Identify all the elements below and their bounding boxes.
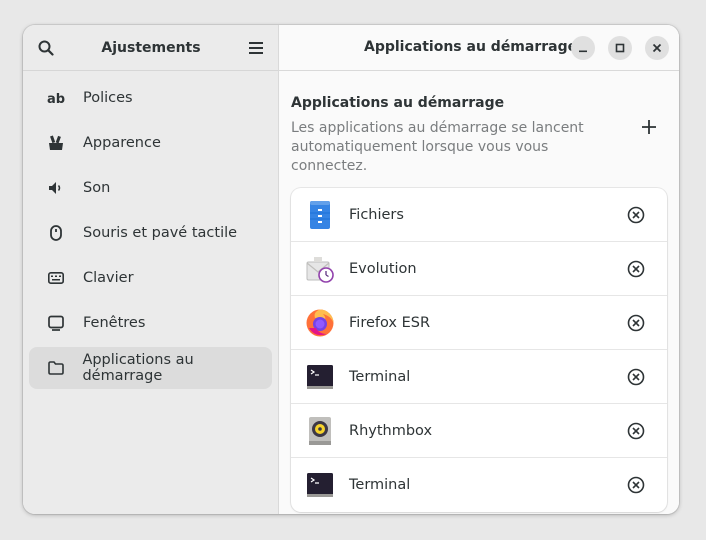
app-name: Fichiers [349,206,404,223]
remove-app-button[interactable] [627,476,645,494]
search-icon [38,40,54,56]
sidebar-nav: ab Polices Apparence Son Souris et pavé … [23,71,278,398]
minimize-button[interactable] [571,36,595,60]
list-item: Fichiers [291,188,667,242]
sidebar-item-label: Apparence [83,135,161,151]
list-item: Evolution [291,242,667,296]
remove-app-button[interactable] [627,422,645,440]
appearance-icon [47,134,65,152]
main-menu-button[interactable] [246,38,266,58]
sidebar-item-label: Fenêtres [83,315,146,331]
main-panel: Applications au démarrage Applications a… [279,25,679,514]
main-header: Applications au démarrage [279,25,679,71]
sidebar-item-souris[interactable]: Souris et pavé tactile [29,212,272,254]
add-application-button[interactable] [637,115,661,139]
plus-icon [642,120,656,134]
list-item: Terminal [291,458,667,512]
sidebar-item-label: Son [83,180,111,196]
remove-app-button[interactable] [627,368,645,386]
rhythmbox-icon [305,416,335,446]
remove-circle-icon [627,206,645,223]
minimize-icon [579,50,587,53]
sidebar-item-fenetres[interactable]: Fenêtres [29,302,272,344]
list-item: Firefox ESR [291,296,667,350]
remove-circle-icon [627,314,645,331]
section-title: Applications au démarrage [291,95,505,111]
remove-circle-icon [627,260,645,277]
remove-app-button[interactable] [627,314,645,332]
sidebar-item-label: Applications au démarrage [82,352,194,384]
maximize-icon [615,43,625,53]
remove-app-button[interactable] [627,260,645,278]
sidebar-item-label: Polices [83,90,133,106]
fonts-icon: ab [47,89,65,107]
folder-icon [47,359,64,377]
content-area: Applications au démarrage Les applicatio… [279,71,679,512]
section-header: Applications au démarrage Les applicatio… [291,95,667,176]
hamburger-menu-icon [248,41,263,54]
remove-circle-icon [627,422,645,439]
section-description: Les applications au démarrage se lancent… [291,120,584,174]
list-item: Terminal [291,350,667,404]
svg-text:ab: ab [47,92,65,105]
sidebar-title: Ajustements [101,39,201,56]
sidebar: Ajustements ab Polices Apparence Son Sou… [23,25,279,514]
sidebar-item-apparence[interactable]: Apparence [29,122,272,164]
sidebar-item-clavier[interactable]: Clavier [29,257,272,299]
search-button[interactable] [36,38,56,58]
keyboard-icon [47,269,65,287]
remove-circle-icon [627,368,645,385]
page-title: Applications au démarrage [364,39,578,55]
window-icon [47,314,65,332]
app-name: Terminal [349,477,411,493]
sidebar-item-polices[interactable]: ab Polices [29,77,272,119]
speaker-icon [47,179,65,197]
maximize-button[interactable] [608,36,632,60]
sidebar-item-label: Souris et pavé tactile [83,225,238,241]
sidebar-item-applications-au-demarrage[interactable]: Applications au démarrage [29,347,272,389]
close-button[interactable] [645,36,669,60]
close-icon [652,43,662,53]
sidebar-item-son[interactable]: Son [29,167,272,209]
remove-circle-icon [627,476,645,494]
app-name: Firefox ESR [349,314,431,331]
files-icon [305,200,335,230]
sidebar-header: Ajustements [23,25,278,71]
terminal-icon [305,470,335,500]
tweaks-window: Ajustements ab Polices Apparence Son Sou… [23,25,679,514]
app-name: Terminal [349,368,411,385]
app-name: Evolution [349,260,417,277]
window-controls [571,36,669,60]
sidebar-item-label: Clavier [83,270,134,286]
mouse-icon [47,224,65,242]
list-item: Rhythmbox [291,404,667,458]
firefox-icon [305,308,335,338]
remove-app-button[interactable] [627,206,645,224]
startup-apps-list: Fichiers Evolution Firefox ESR Terminal … [291,188,667,512]
evolution-icon [305,254,335,284]
terminal-icon [305,362,335,392]
app-name: Rhythmbox [349,422,433,439]
